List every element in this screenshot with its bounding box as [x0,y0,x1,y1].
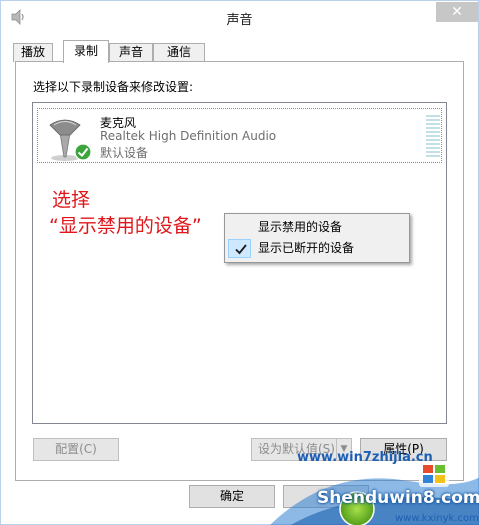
watermark-text-1: www.win7zhijia.cn [297,450,433,465]
check-highlight [228,239,251,258]
menu-item-show-disabled[interactable]: 显示禁用的设备 [227,217,407,238]
tab-playback[interactable]: 播放 [13,43,53,62]
watermark-text-2: Shenduwin8.com [317,488,479,508]
device-item-microphone[interactable]: 麦克风 Realtek High Definition Audio 默认设备 [37,108,442,163]
annotation-line-1: 选择 [52,189,91,211]
menu-item-show-disconnected[interactable]: 显示已断开的设备 [227,238,407,259]
context-menu: 显示禁用的设备 显示已断开的设备 [224,213,410,263]
tab-recording[interactable]: 录制 [63,40,109,63]
menu-item-label: 显示已断开的设备 [258,241,355,255]
device-description: Realtek High Definition Audio [100,129,277,143]
level-meter [426,115,440,157]
device-list[interactable]: 麦克风 Realtek High Definition Audio 默认设备 [32,102,447,424]
watermark-text-3: www.kxinyk.com [395,513,479,524]
instruction-label: 选择以下录制设备来修改设置: [33,80,194,94]
configure-button[interactable]: 配置(C) [33,438,119,461]
menu-item-label: 显示禁用的设备 [258,220,343,234]
sound-dialog: 声音 ✕ 播放 录制 声音 通信 选择以下录制设备来修改设置: 麦克风 Real… [0,0,479,525]
ok-button[interactable]: 确定 [189,485,275,508]
title-bar[interactable]: 声音 ✕ [1,1,478,32]
close-button[interactable]: ✕ [436,2,478,22]
annotation-line-2: “显示禁用的设备” [49,215,202,237]
checkmark-icon [235,244,247,255]
tab-communications[interactable]: 通信 [153,43,205,62]
device-status: 默认设备 [100,146,149,160]
green-check-icon [74,143,92,161]
window-title: 声音 [226,13,253,28]
tab-sounds[interactable]: 声音 [109,43,153,62]
close-icon: ✕ [451,4,463,20]
